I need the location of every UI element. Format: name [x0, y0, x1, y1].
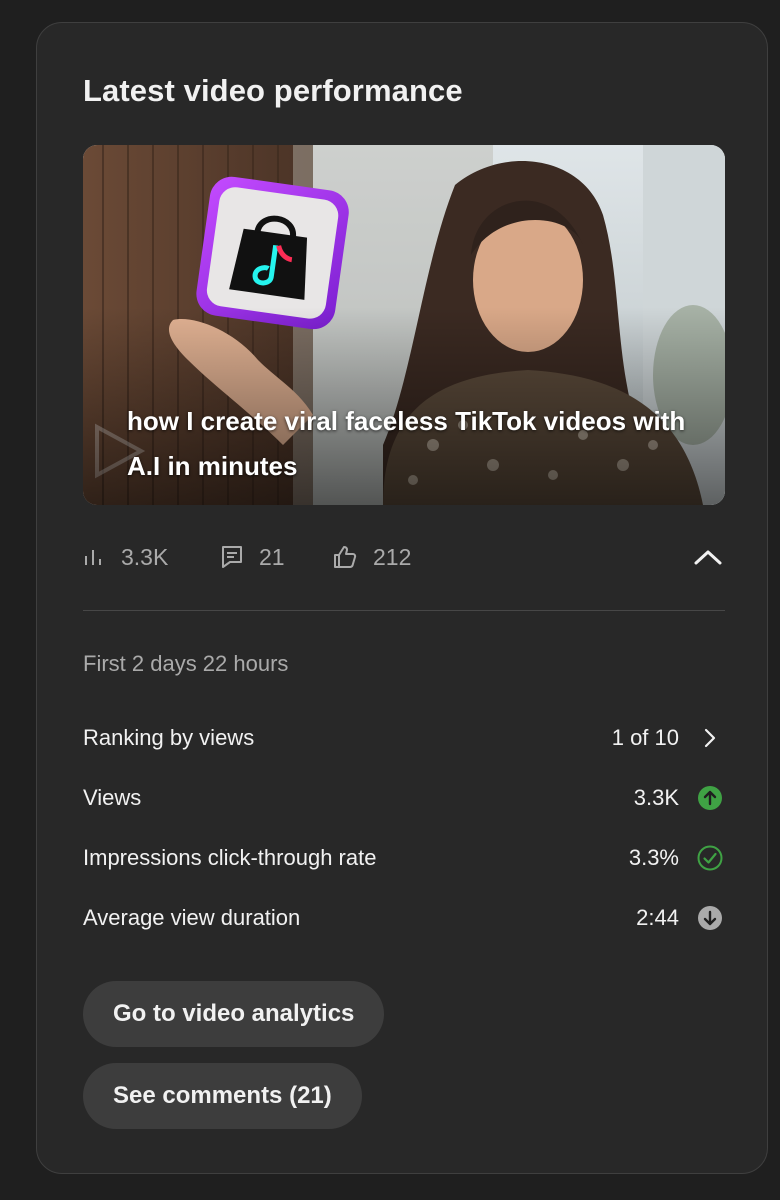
time-period-label: First 2 days 22 hours: [83, 651, 289, 676]
arrow-up-circle-icon: [697, 785, 723, 811]
arrow-down-circle-icon: [697, 905, 723, 931]
video-thumbnail[interactable]: how I create viral faceless TikTok video…: [83, 145, 725, 505]
metric-value: 1 of 10: [611, 725, 679, 750]
likes-count: 212: [373, 543, 412, 570]
comment-icon: [222, 546, 242, 568]
chevron-right-icon: [697, 725, 723, 751]
go-to-video-analytics-button[interactable]: Go to video analytics: [83, 981, 385, 1047]
check-circle-icon: [697, 845, 723, 871]
metric-value: 3.3K: [633, 785, 679, 810]
chevron-up-icon: [694, 550, 722, 565]
metric-value: 3.3%: [628, 845, 679, 870]
likes-stat: 212: [333, 537, 411, 577]
metric-label: Views: [83, 785, 142, 810]
card-title: Latest video performance: [83, 73, 463, 108]
divider: [83, 610, 725, 611]
metric-row-views: Views 3.3K: [83, 780, 725, 816]
latest-video-performance-card: Latest video performance how I create vi…: [36, 22, 768, 1174]
see-comments-button[interactable]: See comments (21): [83, 1063, 362, 1129]
metric-value: 2:44: [636, 905, 679, 930]
metric-row-ctr: Impressions click-through rate 3.3%: [83, 840, 725, 876]
metric-label: Impressions click-through rate: [83, 845, 377, 870]
collapse-button[interactable]: [691, 541, 725, 573]
comments-count: 21: [259, 543, 285, 570]
comments-stat: 21: [221, 537, 285, 577]
bar-chart-icon: [85, 550, 101, 565]
views-stat: 3.3K: [83, 537, 168, 577]
metric-label: Ranking by views: [83, 725, 255, 750]
thumbs-up-icon: [334, 546, 357, 568]
metric-label: Average view duration: [83, 905, 301, 930]
metric-row-avg-duration: Average view duration 2:44: [83, 900, 725, 936]
metric-row-ranking[interactable]: Ranking by views 1 of 10: [83, 720, 725, 756]
video-stats-row: 3.3K 21 212: [83, 537, 725, 577]
video-title: how I create viral faceless TikTok video…: [127, 406, 686, 481]
views-count: 3.3K: [121, 543, 169, 570]
